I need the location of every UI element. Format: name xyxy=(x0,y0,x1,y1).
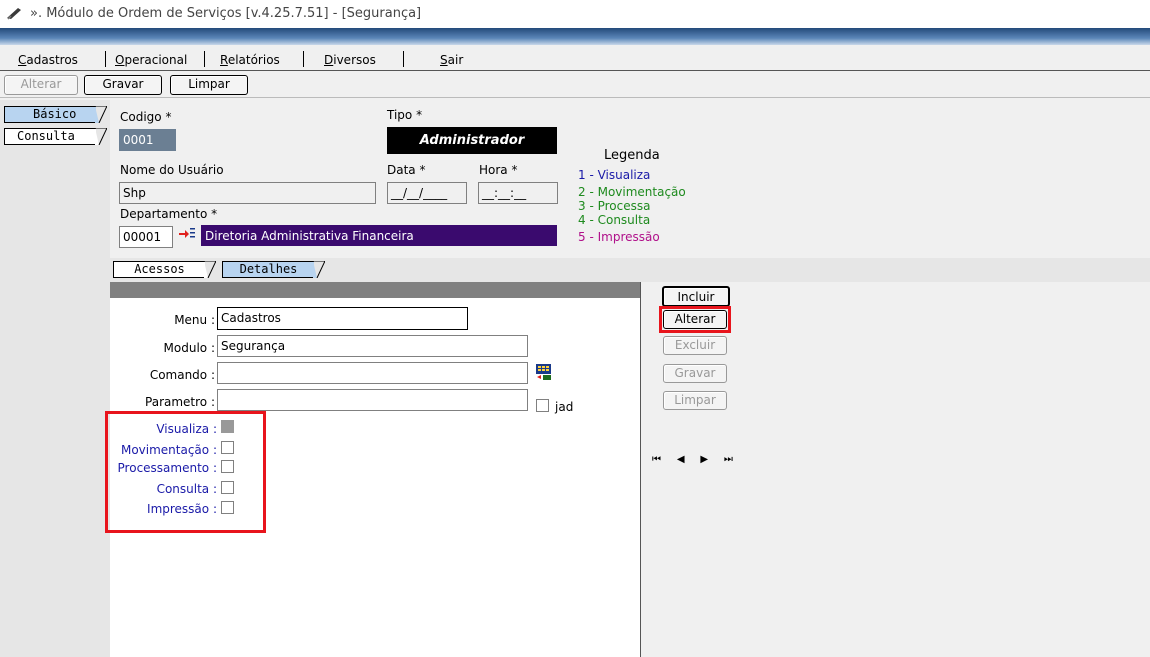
hora-label: Hora * xyxy=(479,163,518,177)
nome-label: Nome do Usuário xyxy=(120,163,224,177)
departamento-code-field[interactable]: 00001 xyxy=(119,226,173,248)
window-title: ». Módulo de Ordem de Serviços [v.4.25.7… xyxy=(30,6,422,21)
previous-record-icon[interactable]: ◀ xyxy=(677,454,685,465)
legend-item-consulta: 4 - Consulta xyxy=(578,213,651,227)
parametro-label: Parametro : xyxy=(145,395,215,409)
menu-cadastros-rest: adastros xyxy=(26,53,78,67)
toolbar-limpar-button[interactable]: Limpar xyxy=(170,75,248,95)
title-bar: ». Módulo de Ordem de Serviços [v.4.25.7… xyxy=(0,0,1150,28)
menu-field[interactable]: Cadastros xyxy=(217,307,468,330)
tab-slash-icon xyxy=(95,106,107,123)
sidebar-tab-label: Consulta xyxy=(17,129,75,143)
menu-bar: Cadastros Operacional Relatórios Diverso… xyxy=(0,45,1150,71)
tab-slash-icon xyxy=(204,261,216,278)
menu-separator xyxy=(204,51,205,67)
menu-label: Menu : xyxy=(174,313,215,327)
first-record-icon[interactable]: ⏮ xyxy=(652,454,661,465)
legend-item-visualiza: 1 - Visualiza xyxy=(578,168,651,182)
perm-movimentacao-checkbox[interactable] xyxy=(221,441,234,454)
legend-list: 1 - Visualiza 2 - Movimentação 3 - Proce… xyxy=(578,168,686,244)
command-picker-icon[interactable] xyxy=(535,363,553,381)
data-field[interactable]: __/__/____ xyxy=(387,182,467,204)
excluir-button[interactable]: Excluir xyxy=(663,336,727,355)
menu-separator xyxy=(403,51,404,67)
departamento-label: Departamento * xyxy=(120,207,218,221)
title-gradient-bar xyxy=(0,28,1150,45)
jad-checkbox[interactable] xyxy=(536,399,549,412)
app-logo-icon xyxy=(7,8,21,20)
sidebar-tab-consulta[interactable]: Consulta xyxy=(4,128,96,145)
menu-sair-rest: air xyxy=(447,53,464,67)
tipo-field[interactable]: Administrador xyxy=(387,127,557,154)
parametro-field[interactable] xyxy=(217,389,528,411)
tab-slash-icon xyxy=(95,128,107,145)
menu-separator xyxy=(303,51,304,67)
comando-label: Comando : xyxy=(149,368,215,382)
codigo-label: Codigo * xyxy=(120,110,172,124)
perm-impressao-label: Impressão : xyxy=(147,502,217,516)
toolbar-gravar-button[interactable]: Gravar xyxy=(84,75,162,95)
departamento-name-field: Diretoria Administrativa Financeira xyxy=(201,225,557,246)
modulo-field[interactable]: Segurança xyxy=(217,335,528,357)
codigo-field[interactable]: 0001 xyxy=(119,129,176,151)
comando-field[interactable] xyxy=(217,362,528,384)
record-navigator: ⏮ ◀ ▶ ⏭ xyxy=(652,451,745,465)
tab-acessos[interactable]: Acessos xyxy=(113,261,205,278)
menu-operacional-rest: peracional xyxy=(124,53,188,67)
last-record-icon[interactable]: ⏭ xyxy=(724,454,733,465)
incluir-button[interactable]: Incluir xyxy=(662,286,730,307)
tab-detalhes[interactable]: Detalhes xyxy=(222,261,314,278)
sidebar-tab-basico[interactable]: Básico xyxy=(4,106,96,123)
modulo-label: Modulo : xyxy=(163,341,215,355)
legend-item-movimentacao: 2 - Movimentação xyxy=(578,185,686,199)
tipo-label: Tipo * xyxy=(387,108,423,122)
menu-sair[interactable]: Sair xyxy=(440,53,463,67)
toolbar-alterar-button[interactable]: Alterar xyxy=(4,75,78,95)
menu-relatorios-rest: elatórios xyxy=(227,53,280,67)
menu-diversos-rest: iversos xyxy=(333,53,376,67)
perm-movimentacao-label: Movimentação : xyxy=(120,443,217,457)
perm-consulta-checkbox[interactable] xyxy=(221,481,234,494)
next-record-icon[interactable]: ▶ xyxy=(700,454,708,465)
sidebar xyxy=(0,100,110,657)
menu-operacional[interactable]: Operacional xyxy=(115,53,187,67)
data-label: Data * xyxy=(387,163,426,177)
detail-panel-header xyxy=(110,282,640,298)
perm-impressao-checkbox[interactable] xyxy=(221,501,234,514)
legend-item-impressao: 5 - Impressão xyxy=(578,230,660,244)
limpar-button[interactable]: Limpar xyxy=(663,391,727,410)
menu-relatorios[interactable]: Relatórios xyxy=(220,53,280,67)
menu-diversos[interactable]: Diversos xyxy=(324,53,376,67)
legend-item-processa: 3 - Processa xyxy=(578,199,651,213)
lookup-arrow-icon[interactable] xyxy=(178,226,196,242)
perm-visualiza-checkbox[interactable] xyxy=(221,420,234,433)
tab-slash-icon xyxy=(313,261,325,278)
perm-visualiza-label: Visualiza : xyxy=(156,422,217,436)
menu-cadastros[interactable]: Cadastros xyxy=(18,53,78,67)
alterar-button[interactable]: Alterar xyxy=(663,310,727,329)
hora-field[interactable]: __:__:__ xyxy=(478,182,558,204)
perm-processamento-checkbox[interactable] xyxy=(221,460,234,473)
gravar-button[interactable]: Gravar xyxy=(663,364,727,383)
menu-separator xyxy=(105,51,106,67)
sidebar-tab-label: Básico xyxy=(33,107,77,121)
perm-processamento-label: Processamento : xyxy=(117,461,217,475)
jad-label: jad xyxy=(555,400,574,414)
legend-title: Legenda xyxy=(604,148,660,163)
nome-field[interactable]: Shp xyxy=(119,182,376,204)
perm-consulta-label: Consulta : xyxy=(156,482,217,496)
